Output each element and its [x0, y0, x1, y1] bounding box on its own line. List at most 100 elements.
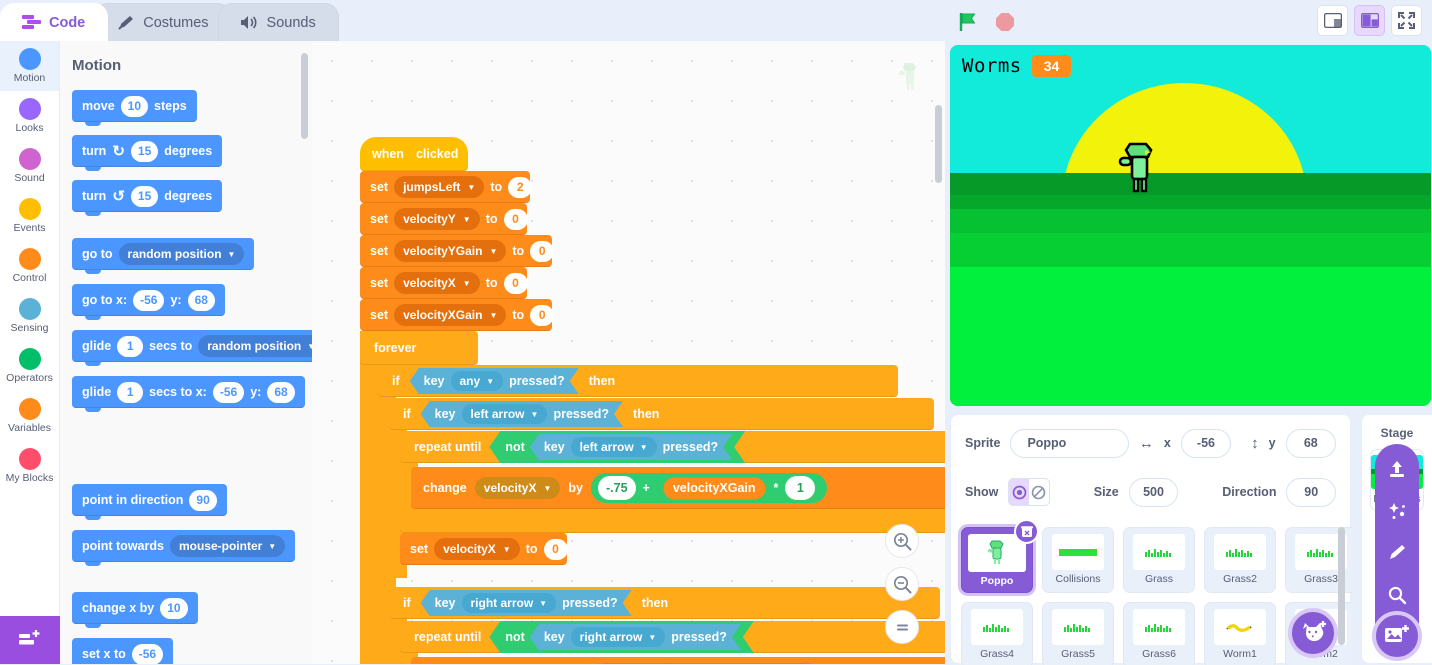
go-to-target-dropdown[interactable]: random position ▼ — [118, 243, 245, 265]
key-dropdown[interactable]: left arrow ▼ — [571, 437, 657, 457]
tab-costumes[interactable]: Costumes — [94, 3, 232, 41]
sidebar-item-sound[interactable]: Sound — [0, 141, 59, 191]
search-backdrop-icon[interactable] — [1386, 584, 1408, 606]
block-not-operator[interactable]: not key left arrow ▼ pressed? — [489, 431, 745, 463]
block-if-key-any-pressed[interactable]: if key any ▼ pressed? then — [378, 365, 898, 397]
block-set-velocityx-zero-left[interactable]: set velocityX ▼ to 0 — [400, 533, 568, 565]
fullscreen-button[interactable] — [1391, 5, 1422, 36]
palette-block-point-in-direction[interactable]: point in direction 90 — [72, 484, 227, 520]
variable-dropdown[interactable]: velocityX ▼ — [474, 477, 561, 499]
operand-b-input[interactable]: 1 — [785, 476, 816, 500]
block-multiply-operator[interactable]: velocityXGain * 1 — [656, 473, 821, 503]
large-stage-button[interactable] — [1354, 5, 1385, 36]
stop-button[interactable] — [992, 9, 1017, 34]
variable-dropdown[interactable]: velocityX ▼ — [434, 538, 520, 560]
sprite-card-grass[interactable]: Grass — [1123, 527, 1195, 593]
block-change-velocityx-right[interactable]: change velocityX ▼ by .75 + velocityXGai… — [411, 657, 945, 664]
block-repeat-until-right[interactable]: repeat until not key right arrow ▼ press… — [400, 621, 945, 653]
palette-block-turn-cw[interactable]: turn ↻ 15 degrees — [72, 135, 223, 171]
sprite-card-grass2[interactable]: Grass2 — [1204, 527, 1276, 593]
block-when-flag-clicked[interactable]: when clicked — [360, 137, 468, 171]
block-key-right-pressed[interactable]: key right arrow ▼ pressed? — [421, 590, 632, 616]
key-dropdown[interactable]: left arrow ▼ — [462, 404, 548, 424]
sprite-list-scrollbar[interactable] — [1338, 527, 1345, 645]
block-key-any-pressed[interactable]: key any ▼ pressed? — [410, 368, 579, 394]
block-input-x[interactable]: -56 — [133, 289, 165, 311]
x-input[interactable]: -56 — [1180, 428, 1232, 458]
block-palette[interactable]: Motion move 10 steps turn ↻ 15 degrees t… — [60, 41, 312, 664]
block-input-x[interactable]: -56 — [131, 643, 164, 664]
sidebar-item-looks[interactable]: Looks — [0, 91, 59, 141]
block-set-velocityx[interactable]: set velocityX ▼ to 0 — [360, 267, 528, 299]
key-dropdown[interactable]: right arrow ▼ — [571, 627, 666, 647]
block-if-key-right-pressed[interactable]: if key right arrow ▼ pressed? then — [389, 587, 940, 619]
block-input-value[interactable]: 0 — [543, 538, 568, 560]
block-add-operator[interactable]: -.75 + velocityXGain * 1 — [590, 473, 828, 503]
block-input-steps[interactable]: 10 — [120, 95, 149, 117]
sprite-card-grass6[interactable]: Grass6 — [1123, 602, 1195, 665]
zoom-out-button[interactable] — [885, 567, 919, 601]
sprite-name-input[interactable]: Poppo — [1010, 428, 1129, 458]
block-key-left-pressed[interactable]: key left arrow ▼ pressed? — [530, 434, 732, 460]
block-input-secs[interactable]: 1 — [117, 335, 144, 357]
sidebar-item-my-blocks[interactable]: My Blocks — [0, 441, 59, 491]
sprite-card-grass4[interactable]: Grass4 — [961, 602, 1033, 665]
sprite-card-collisions[interactable]: Collisions — [1042, 527, 1114, 593]
add-backdrop-button[interactable] — [1372, 611, 1422, 661]
palette-block-turn-ccw[interactable]: turn ↺ 15 degrees — [72, 180, 223, 216]
palette-block-set-x[interactable]: set x to -56 — [72, 638, 174, 664]
variable-monitor-worms[interactable]: Worms 34 — [962, 55, 1072, 77]
operand-a-input[interactable]: -.75 — [597, 476, 636, 500]
tab-sounds[interactable]: Sounds — [217, 3, 339, 41]
sprite-card-poppo[interactable]: Poppo — [961, 519, 1039, 593]
block-set-jumpsleft[interactable]: set jumpsLeft ▼ to 2 — [360, 171, 533, 203]
sidebar-item-control[interactable]: Control — [0, 241, 59, 291]
direction-input[interactable]: 90 — [1286, 477, 1336, 507]
block-forever[interactable]: forever — [360, 331, 478, 365]
upload-backdrop-icon[interactable] — [1386, 458, 1408, 480]
key-dropdown[interactable]: right arrow ▼ — [462, 593, 557, 613]
block-input-value[interactable]: 0 — [503, 208, 528, 230]
block-input-degrees[interactable]: 15 — [130, 185, 159, 207]
palette-block-move[interactable]: move 10 steps — [72, 90, 197, 126]
tab-code[interactable]: Code — [0, 3, 109, 41]
sidebar-item-motion[interactable]: Motion — [0, 41, 59, 91]
size-input[interactable]: 500 — [1128, 477, 1179, 507]
block-key-right-pressed[interactable]: key right arrow ▼ pressed? — [530, 624, 741, 650]
y-input[interactable]: 68 — [1285, 428, 1336, 458]
variable-dropdown[interactable]: velocityYGain ▼ — [394, 240, 507, 262]
variable-dropdown[interactable]: velocityY ▼ — [394, 208, 480, 230]
zoom-reset-button[interactable] — [885, 610, 919, 644]
variable-dropdown[interactable]: velocityXGain ▼ — [394, 304, 507, 326]
sprite-card-grass5[interactable]: Grass5 — [1042, 602, 1114, 665]
sidebar-item-variables[interactable]: Variables — [0, 391, 59, 441]
palette-block-glide-to-xy[interactable]: glide 1 secs to x: -56 y: 68 — [72, 376, 305, 412]
block-key-left-pressed[interactable]: key left arrow ▼ pressed? — [421, 401, 623, 427]
sidebar-item-events[interactable]: Events — [0, 191, 59, 241]
palette-block-go-to[interactable]: go to random position ▼ — [72, 238, 255, 274]
point-towards-dropdown[interactable]: mouse-pointer ▼ — [169, 535, 286, 557]
palette-block-change-x[interactable]: change x by 10 — [72, 592, 198, 628]
palette-block-go-to-xy[interactable]: go to x: -56 y: 68 — [72, 284, 225, 320]
sprite-card-worm1[interactable]: Worm1 — [1204, 602, 1276, 665]
block-input-y[interactable]: 68 — [267, 381, 295, 403]
block-input-x[interactable]: -56 — [212, 381, 245, 403]
zoom-in-button[interactable] — [885, 524, 919, 558]
palette-scrollbar[interactable] — [301, 53, 308, 139]
palette-block-glide-to[interactable]: glide 1 secs to random position ▼ — [72, 330, 312, 366]
add-sprite-button[interactable] — [1288, 608, 1338, 658]
block-if-key-left-pressed[interactable]: if key left arrow ▼ pressed? then — [389, 398, 934, 430]
stage-sprite-poppo[interactable] — [1118, 142, 1162, 198]
block-input-value[interactable]: 0 — [503, 272, 528, 294]
block-input-degrees[interactable]: 15 — [130, 140, 159, 162]
block-input-secs[interactable]: 1 — [117, 381, 144, 403]
key-dropdown[interactable]: any ▼ — [451, 371, 504, 391]
block-not-operator[interactable]: not key right arrow ▼ pressed? — [489, 621, 753, 653]
block-set-velocityygain[interactable]: set velocityYGain ▼ to 0 — [360, 235, 555, 267]
variable-reporter[interactable]: velocityXGain — [661, 475, 767, 501]
small-stage-button[interactable] — [1317, 5, 1348, 36]
delete-sprite-button[interactable] — [1014, 519, 1039, 544]
block-change-velocityx-left[interactable]: change velocityX ▼ by -.75 + velocityXGa… — [411, 467, 945, 509]
block-input-dx[interactable]: 10 — [160, 597, 188, 619]
stage-display[interactable]: Worms 34 — [950, 45, 1431, 406]
